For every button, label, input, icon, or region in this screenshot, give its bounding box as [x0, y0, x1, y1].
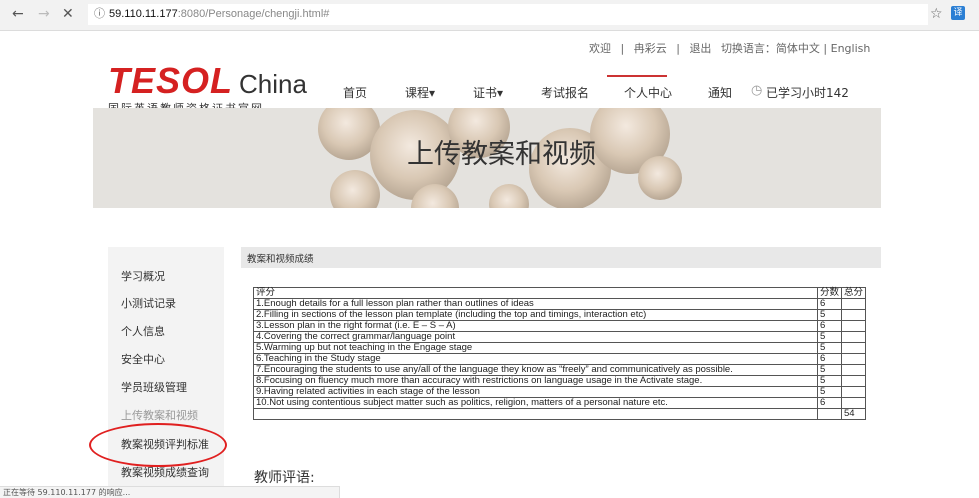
total-cell — [841, 298, 867, 310]
welcome-text: 欢迎 — [589, 42, 611, 55]
sidebar-item-study-overview[interactable]: 学习概况 — [121, 268, 165, 284]
status-bar: 正在等待 59.110.11.177 的响应... — [0, 486, 340, 498]
sidebar-item-quiz-records[interactable]: 小测试记录 — [121, 295, 176, 311]
banner: 上传教案和视频 — [93, 108, 881, 208]
score-cell: 5 — [816, 375, 843, 387]
username-link[interactable]: 冉彩云 — [634, 42, 667, 55]
language-switch[interactable]: 切换语言：简体中文 | English — [721, 42, 870, 55]
score-table-wrap: 评分 分数 总分 1.Enough details for a full les… — [253, 287, 867, 420]
nav-home[interactable]: 首页 — [343, 84, 367, 101]
criteria-cell: 6.Teaching in the Study stage — [253, 353, 818, 365]
red-highlight-circle — [89, 423, 227, 467]
total-score: 54 — [841, 408, 867, 420]
separator: | — [676, 42, 680, 55]
forward-arrow-icon[interactable]: → — [38, 6, 50, 22]
separator: | — [620, 42, 625, 55]
criteria-cell: 7.Encouraging the students to use any/al… — [253, 364, 818, 376]
table-total-row: 54 — [253, 408, 867, 420]
url-host: 59.110.11.177 — [109, 8, 178, 20]
score-cell: 6 — [816, 320, 843, 332]
score-cell: 5 — [816, 309, 843, 321]
nav-certificates[interactable]: 证书▾ — [473, 84, 503, 101]
site-logo[interactable]: TESOLChina 国际英语教师资格证书官网 — [108, 60, 307, 115]
table-row: 8.Focusing on fluency much more than acc… — [253, 375, 867, 387]
close-icon[interactable]: ✕ — [62, 6, 74, 22]
table-row: 2.Filling in sections of the lesson plan… — [253, 309, 867, 321]
address-bar[interactable]: ⓘ 59.110.11.177:8080/Personage/chengji.ht… — [88, 4, 928, 25]
score-cell: 5 — [816, 364, 843, 376]
total-cell — [841, 375, 867, 387]
table-row: 5.Warming up but not teaching in the Eng… — [253, 342, 867, 354]
criteria-cell: 9.Having related activities in each stag… — [253, 386, 818, 398]
portrait-photo — [330, 170, 380, 208]
criteria-cell: 10.Not using contentious subject matter … — [253, 397, 818, 409]
criteria-cell: 5.Warming up but not teaching in the Eng… — [253, 342, 818, 354]
sidebar-item-personal-info[interactable]: 个人信息 — [121, 323, 165, 339]
score-cell: 5 — [816, 386, 843, 398]
clock-icon: ◷ — [751, 83, 763, 98]
table-row: 3.Lesson plan in the right format (i.e. … — [253, 320, 867, 332]
nav-personal[interactable]: 个人中心 — [624, 84, 672, 101]
url-path: :8080/Personage/chengji.html# — [177, 8, 330, 20]
total-cell — [841, 331, 867, 343]
portrait-photo — [638, 156, 682, 200]
criteria-cell: 2.Filling in sections of the lesson plan… — [253, 309, 818, 321]
study-hours: 已学习小时142 — [766, 86, 849, 100]
banner-title: 上传教案和视频 — [407, 139, 596, 170]
total-cell — [841, 309, 867, 321]
back-arrow-icon[interactable]: ← — [12, 6, 24, 22]
table-row: 7.Encouraging the students to use any/al… — [253, 364, 867, 376]
bookmark-star-icon[interactable]: ☆ — [930, 6, 943, 22]
total-cell — [841, 342, 867, 354]
criteria-cell: 1.Enough details for a full lesson plan … — [253, 298, 818, 310]
table-row: 6.Teaching in the Study stage 6 — [253, 353, 867, 365]
sidebar-item-upload[interactable]: 上传教案和视频 — [121, 407, 198, 423]
teacher-comment-label: 教师评语: — [254, 470, 315, 486]
logo-china: China — [239, 69, 307, 99]
criteria-cell: 3.Lesson plan in the right format (i.e. … — [253, 320, 818, 332]
portrait-photo — [489, 184, 529, 208]
browser-toolbar: ← → ✕ ⓘ 59.110.11.177:8080/Personage/chen… — [0, 0, 979, 31]
sidebar-item-class-management[interactable]: 学员班级管理 — [121, 379, 187, 395]
score-table: 评分 分数 总分 1.Enough details for a full les… — [253, 287, 867, 420]
score-cell: 5 — [816, 331, 843, 343]
table-row: 1.Enough details for a full lesson plan … — [253, 298, 867, 310]
total-cell — [841, 397, 867, 409]
table-row: 4.Covering the correct grammar/language … — [253, 331, 867, 343]
score-cell: 6 — [816, 397, 843, 409]
table-header-row: 评分 分数 总分 — [253, 287, 867, 299]
logout-link[interactable]: 退出 — [689, 42, 711, 55]
nav-exam[interactable]: 考试报名 — [541, 84, 589, 101]
total-cell — [841, 364, 867, 376]
info-icon[interactable]: ⓘ — [94, 8, 105, 20]
total-cell — [841, 320, 867, 332]
total-cell — [841, 353, 867, 365]
score-cell: 5 — [816, 342, 843, 354]
content-tab-bar: 教案和视频成绩 — [241, 247, 881, 268]
criteria-cell: 8.Focusing on fluency much more than acc… — [253, 375, 818, 387]
top-links: 欢迎 | 冉彩云 | 退出 切换语言：简体中文 | English — [586, 40, 873, 56]
sidebar-item-security[interactable]: 安全中心 — [121, 351, 165, 367]
logo-tesol: TESOL — [108, 60, 234, 101]
header-score: 分数 — [816, 287, 843, 299]
tab-scores[interactable]: 教案和视频成绩 — [247, 251, 314, 265]
nav-courses[interactable]: 课程▾ — [405, 84, 435, 101]
nav-active-indicator — [607, 75, 667, 77]
translate-extension-icon[interactable]: 译 — [951, 6, 965, 20]
table-row: 9.Having related activities in each stag… — [253, 386, 867, 398]
header-total: 总分 — [841, 287, 867, 299]
total-cell — [841, 386, 867, 398]
criteria-cell: 4.Covering the correct grammar/language … — [253, 331, 818, 343]
score-cell: 6 — [816, 298, 843, 310]
score-cell: 6 — [816, 353, 843, 365]
nav-notice[interactable]: 通知 — [708, 84, 732, 101]
header-criteria: 评分 — [253, 287, 818, 299]
table-row: 10.Not using contentious subject matter … — [253, 397, 867, 409]
